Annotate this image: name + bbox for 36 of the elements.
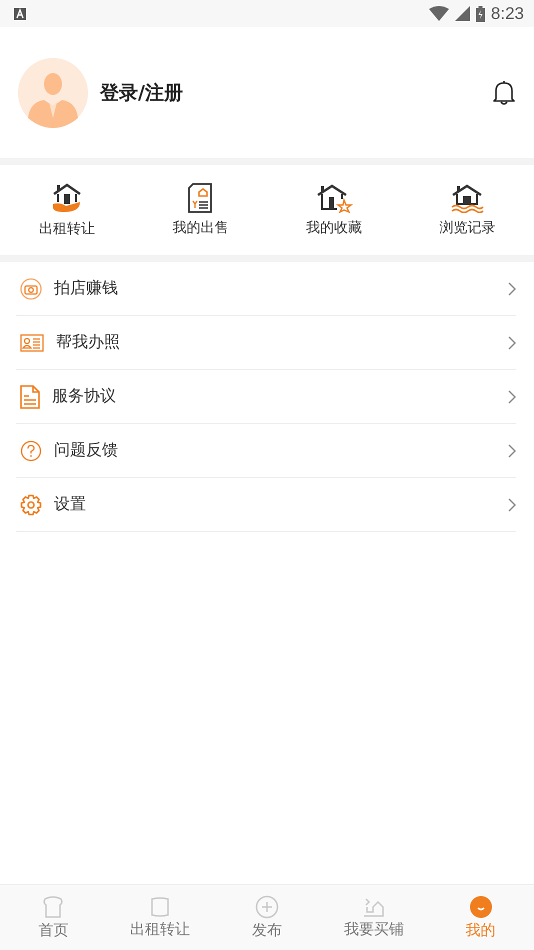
menu-item[interactable]: 设置 <box>54 494 496 515</box>
document-house-icon <box>187 183 214 213</box>
nav-tab[interactable]: 我要买铺 <box>320 885 428 950</box>
nav-tab[interactable]: 首页 <box>0 885 107 950</box>
battery-icon <box>476 6 485 22</box>
bell-icon[interactable] <box>492 80 516 106</box>
shortcut-button[interactable]: 浏览记录 <box>400 165 534 255</box>
camera-icon <box>20 278 42 300</box>
chevron-icon <box>508 444 516 458</box>
shortcut-button[interactable]: 出租转让 <box>0 165 134 255</box>
menu-item[interactable]: 帮我办照 <box>56 332 496 353</box>
chevron-icon <box>508 282 516 296</box>
house-star-icon <box>314 183 353 213</box>
nav-tab[interactable]: 发布 <box>214 885 320 950</box>
id-card-icon <box>20 334 44 352</box>
login-link[interactable]: 登录/注册 <box>100 80 480 106</box>
settings-icon <box>20 494 42 516</box>
menu-item[interactable]: 拍店赚钱 <box>54 278 496 299</box>
document-icon <box>20 384 40 408</box>
chevron-icon <box>508 390 516 404</box>
status-time: 8:23 <box>490 4 524 24</box>
smile-icon <box>468 895 493 919</box>
bread-icon <box>41 895 66 919</box>
menu-item[interactable]: 服务协议 <box>52 386 496 407</box>
chevron-icon <box>508 336 516 350</box>
nav-tab[interactable]: 出租转让 <box>106 885 214 950</box>
chevron-icon <box>508 498 516 512</box>
add-icon <box>254 895 279 919</box>
shortcut-button[interactable]: 我的收藏 <box>267 165 400 255</box>
signal-icon <box>454 6 470 21</box>
house-waves-icon <box>450 183 484 213</box>
keyboard-icon <box>14 8 26 20</box>
menu-item[interactable]: 问题反馈 <box>54 440 496 461</box>
shortcut-button[interactable]: 我的出售 <box>134 165 267 255</box>
question-icon <box>20 440 42 462</box>
wifi-icon <box>428 6 449 21</box>
